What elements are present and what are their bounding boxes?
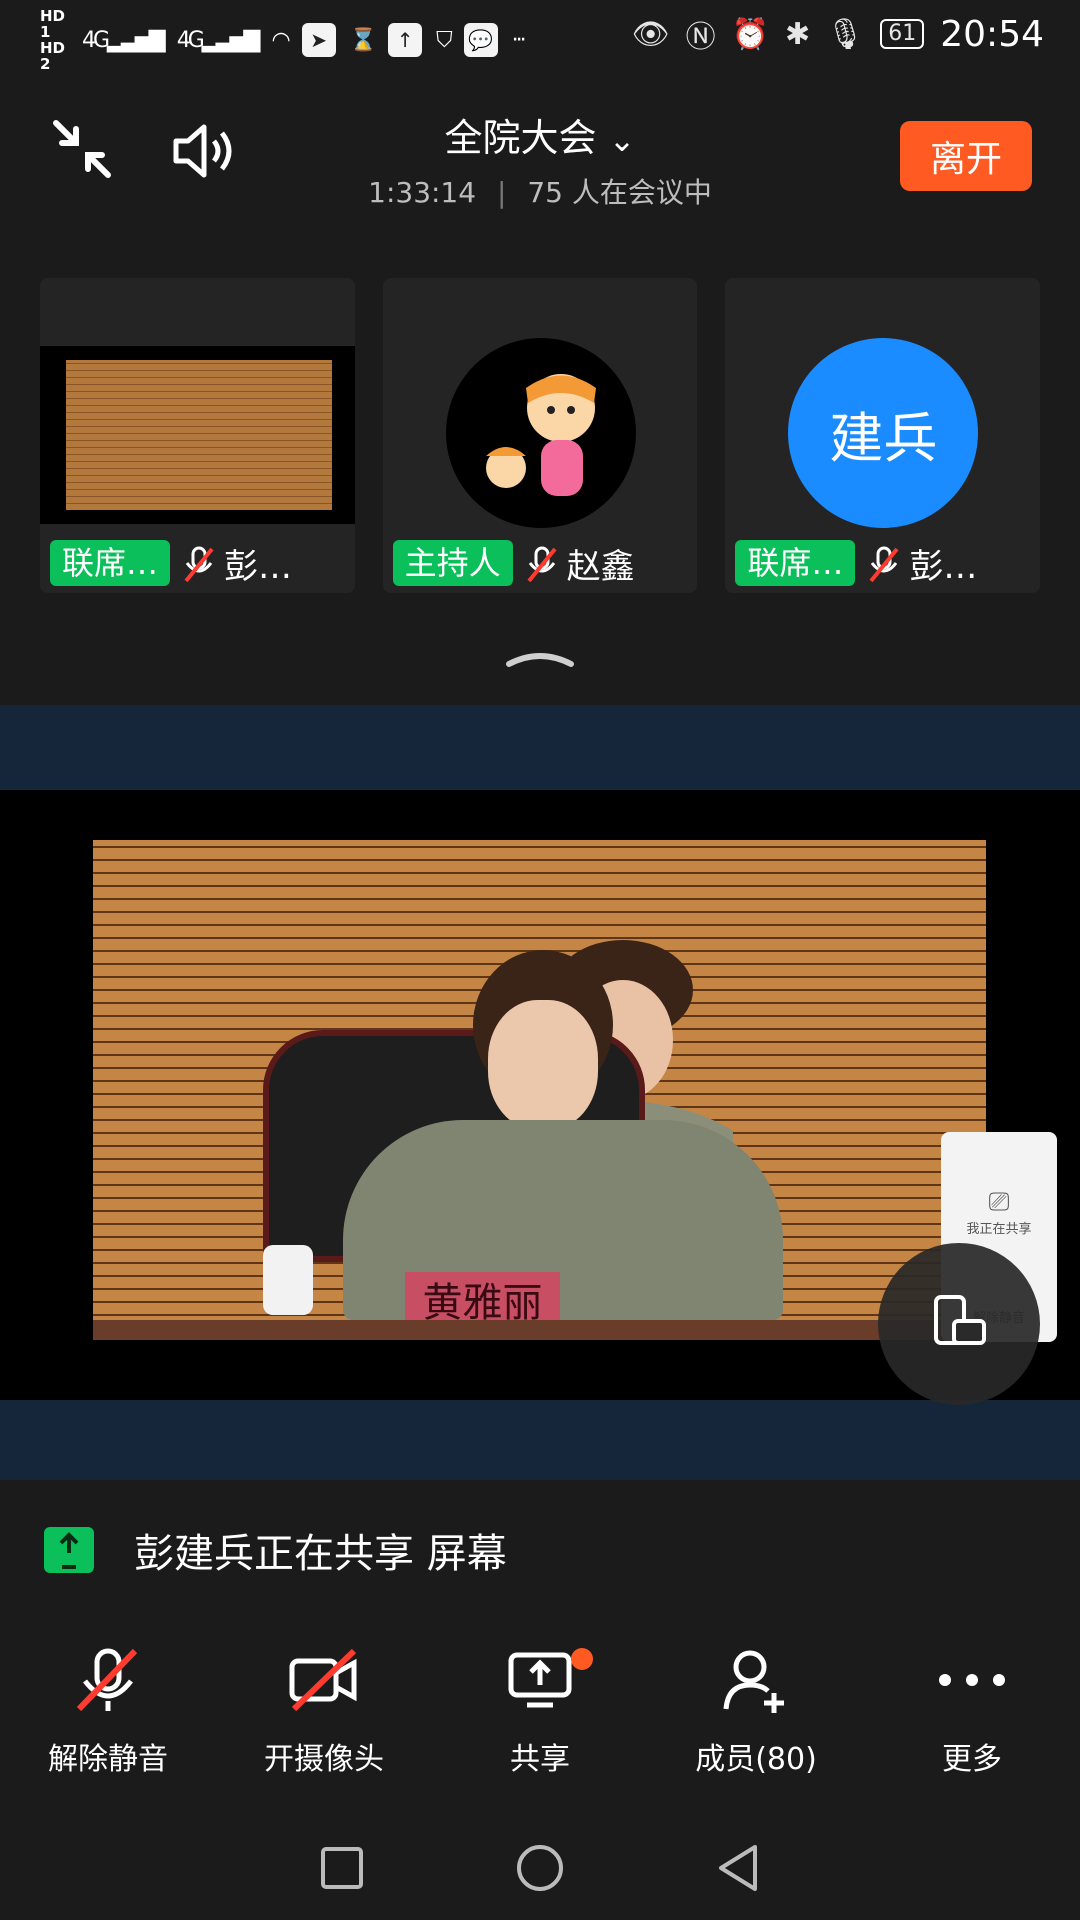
camera-button[interactable]: 开摄像头 <box>229 1640 419 1800</box>
participant-tile[interactable]: 联席… 彭… <box>40 278 355 593</box>
wifi-icon: ◠ <box>271 27 290 53</box>
tea-cup <box>263 1245 313 1315</box>
camera-off-icon <box>229 1640 419 1720</box>
hourglass-icon: ⌛ <box>349 27 377 53</box>
mic-off-icon <box>867 545 899 583</box>
participant-strip: 联席… 彭… 主持人 赵鑫 建兵 联席… 彭… <box>40 278 1041 593</box>
speaker-face <box>488 1000 598 1130</box>
leave-button[interactable]: 离开 <box>900 121 1032 191</box>
participant-name: 彭… <box>909 546 978 587</box>
switch-view-button[interactable] <box>878 1243 1040 1405</box>
role-badge: 联席… <box>735 540 856 586</box>
sim-indicator: HD 1 HD 2 <box>40 7 66 73</box>
cartoon-avatar <box>445 338 636 528</box>
role-badge: 联席… <box>50 540 171 586</box>
eye-icon: 👁 <box>631 16 670 52</box>
more-notifications-icon: ··· <box>511 27 527 53</box>
speaker-video: 黄雅丽 <box>93 840 986 1340</box>
chevron-down-icon: ⌄ <box>608 121 636 159</box>
mic-off-icon <box>525 545 557 583</box>
screen-share-icon <box>445 1640 635 1720</box>
mic-off-icon <box>182 545 214 583</box>
battery-indicator: 61 <box>880 19 925 49</box>
role-badge: 主持人 <box>392 540 513 586</box>
screen-share-icon: ⎚ <box>988 1187 1010 1217</box>
screen-share-icon <box>44 1527 94 1573</box>
signal-icon: 4G▂▃▅▇ <box>82 27 166 53</box>
notification-dot <box>571 1648 593 1670</box>
signal-icon-2: 4G▂▃▅▇ <box>176 27 261 53</box>
home-icon[interactable] <box>515 1843 565 1897</box>
upload-icon: ↑ <box>388 23 423 57</box>
participant-name: 彭… <box>224 546 293 587</box>
more-dots-icon <box>877 1640 1067 1720</box>
alarm-icon: ⏰ <box>731 16 770 52</box>
clock: 20:54 <box>940 13 1044 55</box>
nfc-icon: Ⓝ <box>685 20 716 55</box>
recent-apps-icon[interactable] <box>319 1845 365 1895</box>
system-nav-bar <box>0 1820 1080 1920</box>
share-notice-text: 彭建兵正在共享 屏幕 <box>134 1531 507 1577</box>
participant-name: 赵鑫 <box>566 546 635 587</box>
more-button[interactable]: 更多 <box>877 1640 1067 1800</box>
mic-icon: 🎙 <box>826 16 865 52</box>
add-user-icon <box>661 1640 851 1720</box>
status-bar: HD 1 HD 2 4G▂▃▅▇ 4G▂▃▅▇ ◠ ➤ ⌛ ↑ ⛉ 💬 ··· … <box>0 0 1080 78</box>
elapsed-time: 1:33:14 <box>368 176 477 209</box>
desk <box>93 1320 986 1340</box>
participant-video <box>40 346 355 524</box>
text-avatar: 建兵 <box>788 338 979 528</box>
share-notice: 彭建兵正在共享 屏幕 <box>44 1520 507 1580</box>
chat-icon: 💬 <box>463 23 498 57</box>
participant-tile[interactable]: 主持人 赵鑫 <box>382 278 698 593</box>
participant-count: 75 人在会议中 <box>527 176 712 209</box>
participant-tile[interactable]: 建兵 联席… 彭… <box>725 278 1041 593</box>
meeting-toolbar: 解除静音 开摄像头 共享 成员(80) 更多 <box>0 1640 1080 1800</box>
switch-device-icon <box>934 1295 986 1345</box>
meeting-header: 全院大会 ⌄ 1:33:14 | 75 人在会议中 离开 <box>0 95 1080 215</box>
share-button[interactable]: 共享 <box>445 1640 635 1800</box>
mic-off-icon <box>13 1640 203 1720</box>
bluetooth-icon: ✱ <box>785 16 811 52</box>
collapse-handle-icon[interactable] <box>505 648 575 668</box>
back-icon[interactable] <box>715 1843 761 1897</box>
app-notification-icon: ➤ <box>301 23 336 57</box>
shield-icon: ⛉ <box>436 27 452 53</box>
members-button[interactable]: 成员(80) <box>661 1640 851 1800</box>
unmute-button[interactable]: 解除静音 <box>13 1640 203 1800</box>
